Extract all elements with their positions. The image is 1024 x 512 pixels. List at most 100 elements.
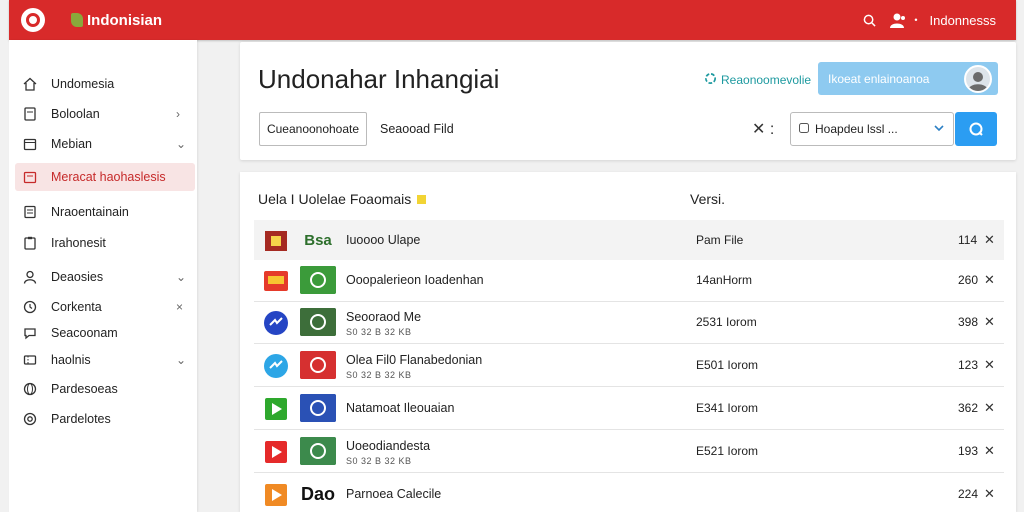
thumbnail-icon <box>300 437 336 465</box>
row-version: Pam File <box>696 233 744 247</box>
row-count: 260 <box>958 273 979 287</box>
app-icon <box>264 311 288 335</box>
remove-row-button[interactable]: ✕ <box>984 232 995 248</box>
sidebar-item[interactable]: Seacoonam <box>9 319 197 347</box>
user-box[interactable]: Ikoeat enlainoanoa <box>818 62 998 95</box>
list-row[interactable]: Dao Parnoea Calecile 224 ✕ <box>254 474 1004 512</box>
thumbnail-icon: Dao <box>300 483 335 504</box>
highlight-tag-icon <box>417 194 427 204</box>
row-title[interactable]: Parnoea Calecile <box>346 487 441 501</box>
row-title[interactable]: Natamoat Ileouaian <box>346 401 454 415</box>
list-row[interactable]: Natamoat Ileouaian E341 Iorom 362 ✕ <box>254 388 1004 430</box>
version-column-header: Versi. <box>690 191 726 207</box>
app-logo[interactable] <box>21 8 45 32</box>
app-icon <box>264 440 288 464</box>
list-header-label: Uela I Uolelae Foaomais <box>258 191 412 207</box>
sidebar-item-label: Deaosies <box>51 270 104 284</box>
row-version: E501 Iorom <box>696 358 759 372</box>
app-icon <box>264 269 288 293</box>
document-icon <box>23 107 37 121</box>
clipboard-icon <box>23 236 37 250</box>
remove-row-button[interactable]: ✕ <box>984 443 995 459</box>
sidebar-item[interactable]: Undomesia <box>9 70 197 98</box>
row-title[interactable]: Seooraod Me <box>346 310 421 324</box>
sidebar-item[interactable]: Pardelotes <box>9 405 197 433</box>
search-button[interactable] <box>955 112 997 146</box>
row-count: 193 <box>958 444 979 458</box>
list-row[interactable]: Olea Fil0 Flanabedonian S0 32 B 32 KB E501… <box>254 345 1004 387</box>
sidebar-item[interactable]: Deaosies ⌄ <box>9 263 197 291</box>
row-count: 224 <box>958 487 979 501</box>
sidebar-item[interactable]: Pardesoeas <box>9 375 197 403</box>
sidebar-item[interactable]: Meracat haohaslesis <box>15 163 195 191</box>
user-icon[interactable] <box>890 13 906 28</box>
row-title[interactable]: Iuoooo Ulape <box>346 233 420 247</box>
sidebar-item-label: Pardelotes <box>51 412 111 426</box>
sidebar-chevron-icon[interactable]: ⌄ <box>176 137 186 151</box>
row-version: 14anHorm <box>696 273 753 287</box>
sidebar-item[interactable]: Nraoentainain <box>9 198 197 226</box>
remove-row-button[interactable]: ✕ <box>984 486 995 502</box>
list-row[interactable]: Bsa Iuoooo Ulape Pam File 114 ✕ <box>254 220 1004 262</box>
user-icon <box>23 270 37 284</box>
action-link[interactable]: Reaonoomevolie <box>704 72 811 88</box>
clear-filter-button[interactable]: ✕ : <box>752 119 774 139</box>
sidebar-chevron-icon[interactable]: ⌄ <box>176 353 186 367</box>
row-count: 362 <box>958 401 979 415</box>
search-icon[interactable] <box>863 14 876 27</box>
remove-row-button[interactable]: ✕ <box>984 357 995 373</box>
brand-leaf-icon <box>71 13 83 27</box>
sidebar: Undomesia Boloolan › Mebian ⌄ Meracat haohasl… <box>9 40 197 512</box>
filter-select-value: Hoapdeu lssl ... <box>815 122 898 136</box>
filter-select[interactable]: Hoapdeu lssl ... <box>790 112 954 146</box>
row-count: 398 <box>958 315 979 329</box>
list-row[interactable]: Seooraod Me S0 32 B 32 KB 2531 Iorom 398 ✕ <box>254 302 1004 344</box>
primary-outline-button[interactable]: Cueanoonohoate <box>259 112 367 146</box>
sidebar-chevron-icon[interactable]: ⌄ <box>176 270 186 284</box>
sidebar-item[interactable]: Mebian ⌄ <box>9 130 197 158</box>
sidebar-item-label: Pardesoeas <box>51 382 118 396</box>
sidebar-item[interactable]: Boloolan › <box>9 100 197 128</box>
dropdown-caret-icon[interactable]: • <box>914 15 917 25</box>
list-row[interactable]: Ooopalerieon Ioadenhan 14anHorm 260 ✕ <box>254 260 1004 302</box>
home-icon <box>23 77 37 91</box>
sidebar-item-label: Mebian <box>51 137 92 151</box>
remove-row-button[interactable]: ✕ <box>984 400 995 416</box>
remove-row-button[interactable]: ✕ <box>984 272 995 288</box>
row-title[interactable]: Uoeodiandesta <box>346 439 430 453</box>
sidebar-item-label: Irahonesit <box>51 236 106 250</box>
remove-row-button[interactable]: ✕ <box>984 314 995 330</box>
app-icon <box>264 354 288 378</box>
thumbnail-icon: Bsa <box>304 231 332 249</box>
file-list-card: Uela I Uolelae Foaomais Versi. Bsa Iuoooo… <box>240 172 1016 512</box>
sidebar-item[interactable]: haolnis ⌄ <box>9 346 197 374</box>
file-icon <box>23 205 37 219</box>
thumbnail-icon <box>300 308 336 336</box>
thumbnail-icon <box>300 351 336 379</box>
sidebar-chevron-icon[interactable]: × <box>176 300 183 314</box>
row-subtitle: S0 32 B 32 KB <box>346 370 412 380</box>
row-version: E521 Iorom <box>696 444 759 458</box>
page-title: Undonahar Inhangiai <box>258 64 500 94</box>
secondary-button[interactable]: Seaooad Fild <box>380 112 454 146</box>
row-count: 123 <box>958 358 979 372</box>
list-row[interactable]: Uoeodiandesta S0 32 B 32 KB E521 Iorom 193 ✕ <box>254 431 1004 473</box>
checkbox-icon <box>799 122 809 136</box>
row-subtitle: S0 32 B 32 KB <box>346 327 412 337</box>
row-version: E341 Iorom <box>696 401 759 415</box>
thumbnail-icon <box>300 394 336 422</box>
refresh-search-icon <box>969 122 983 136</box>
row-title[interactable]: Ooopalerieon Ioadenhan <box>346 273 484 287</box>
folder-icon <box>23 170 37 184</box>
row-version: 2531 Iorom <box>696 315 757 329</box>
avatar[interactable] <box>964 65 992 93</box>
calendar-icon <box>23 137 37 151</box>
sidebar-item[interactable]: Corkenta × <box>9 293 197 321</box>
row-title[interactable]: Olea Fil0 Flanabedonian <box>346 353 482 367</box>
user-box-label: Ikoeat enlainoanoa <box>828 71 930 86</box>
thumbnail-icon <box>300 266 336 294</box>
sidebar-item[interactable]: Irahonesit <box>9 229 197 257</box>
language-selector[interactable]: Indonnesss <box>930 13 997 28</box>
sidebar-chevron-icon[interactable]: › <box>176 107 180 121</box>
chat-icon <box>23 326 37 340</box>
